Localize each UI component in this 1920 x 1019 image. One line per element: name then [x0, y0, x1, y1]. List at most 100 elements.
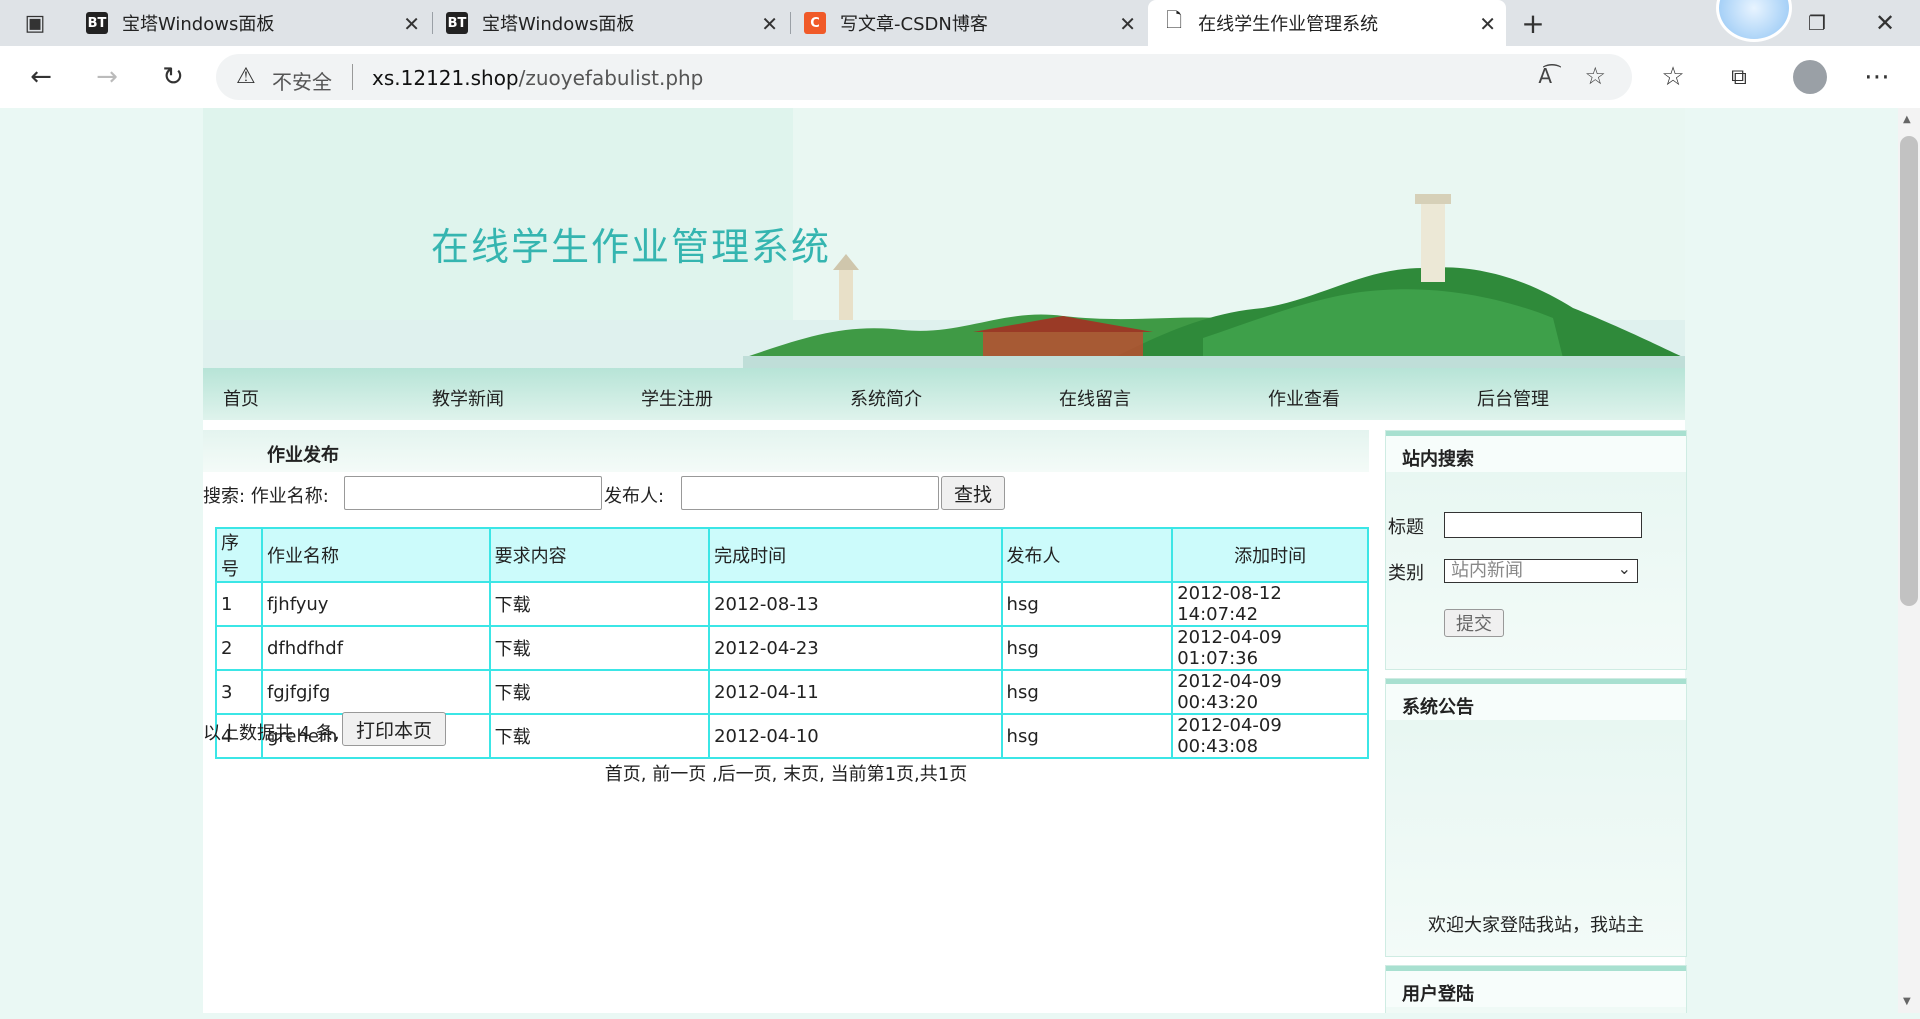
pagination[interactable]: 首页, 前一页 ,后一页, 末页, 当前第1页,共1页 [203, 760, 1369, 786]
site-container: 在线学生作业管理系统 首页 教学新闻 学生注册 系统简介 在线留言 作业查看 后… [203, 108, 1687, 1013]
title-input[interactable] [1444, 512, 1642, 538]
table-row: 3 fgjfgjfg 下载 2012-04-11 hsg 2012-04-09 … [215, 669, 1369, 715]
more-menu-icon[interactable]: ⋯ [1860, 60, 1894, 94]
favorites-icon[interactable]: ☆ [1656, 60, 1690, 94]
publisher-label: 发布人: [604, 486, 665, 507]
download-link[interactable]: 下载 [488, 713, 711, 759]
close-icon[interactable]: ✕ [1119, 12, 1136, 36]
main-menu: 首页 教学新闻 学生注册 系统简介 在线留言 作业查看 后台管理 [203, 368, 1685, 420]
menu-teaching-news[interactable]: 教学新闻 [432, 385, 504, 411]
cell-publisher: hsg [1000, 581, 1174, 627]
back-icon[interactable]: ← [24, 60, 58, 94]
profile-avatar-icon[interactable] [1793, 60, 1827, 94]
login-title: 用户登陆 [1402, 984, 1474, 1005]
url-field[interactable]: ⚠ 不安全 xs.12121.shop/zuoyefabulist.php A͡… [216, 54, 1632, 100]
col-header-requirement: 要求内容 [488, 527, 711, 583]
close-icon[interactable]: ✕ [761, 12, 778, 36]
homework-name-input[interactable] [344, 476, 602, 510]
cell-added: 2012-04-09 00:43:08 [1171, 713, 1369, 759]
address-bar-row: ← → ↻ ⚠ 不安全 xs.12121.shop/zuoyefabulist.… [0, 46, 1920, 109]
forward-icon: → [96, 62, 118, 92]
cell-index: 3 [215, 669, 263, 715]
notice-box: 系统公告 欢迎大家登陆我站，我站主 [1385, 678, 1687, 957]
menu-student-register[interactable]: 学生注册 [641, 385, 713, 411]
record-count-text: 以上数据共 4 条, [203, 723, 340, 744]
title-label: 标题 [1388, 517, 1424, 538]
col-header-index: 序号 [215, 527, 263, 583]
cell-name: fgjfgjfg [260, 669, 491, 715]
col-header-due: 完成时间 [708, 527, 1003, 583]
cell-index: 1 [215, 581, 263, 627]
site-title: 在线学生作业管理系统 [431, 225, 832, 269]
cell-publisher: hsg [1000, 669, 1174, 715]
add-favorite-icon[interactable]: ☆ [1584, 62, 1606, 90]
page-viewport: 在线学生作业管理系统 首页 教学新闻 学生注册 系统简介 在线留言 作业查看 后… [0, 108, 1900, 1013]
menu-system-intro[interactable]: 系统简介 [850, 385, 922, 411]
cell-name: fjhfyuy [260, 581, 491, 627]
cell-added: 2012-08-12 14:07:42 [1171, 581, 1369, 627]
close-window-icon[interactable]: ✕ [1868, 6, 1902, 40]
url-divider [352, 64, 353, 90]
url-text[interactable]: xs.12121.shop/zuoyefabulist.php [372, 66, 703, 90]
url-path: /zuoyefabulist.php [518, 66, 704, 90]
notice-title: 系统公告 [1402, 697, 1474, 718]
category-select-value: 站内新闻 [1451, 560, 1523, 581]
menu-home[interactable]: 首页 [223, 385, 259, 411]
scroll-up-icon[interactable]: ▲ [1903, 114, 1911, 125]
tab-actions-icon[interactable]: ▣ [18, 6, 52, 40]
close-icon[interactable]: ✕ [403, 12, 420, 36]
close-icon[interactable]: ✕ [1479, 12, 1496, 36]
cell-due: 2012-04-11 [708, 669, 1003, 715]
banner-landscape-image [203, 108, 1685, 368]
page-icon: 🗋 [1166, 8, 1183, 32]
tab-active-homework[interactable]: 🗋 在线学生作业管理系统 ✕ [1148, 0, 1506, 46]
login-box: 用户登陆 [1385, 965, 1687, 1013]
tab-baota-2[interactable]: BT 宝塔Windows面板 ✕ [434, 0, 788, 46]
download-link[interactable]: 下载 [488, 581, 711, 627]
cell-added: 2012-04-09 00:43:20 [1171, 669, 1369, 715]
print-page-button[interactable]: 打印本页 [342, 712, 446, 746]
menu-homework-view[interactable]: 作业查看 [1268, 385, 1340, 411]
browser-tab-bar: ▣ BT 宝塔Windows面板 ✕ BT 宝塔Windows面板 ✕ C 写文… [0, 0, 1920, 46]
new-tab-icon[interactable]: + [1516, 6, 1550, 40]
tab-csdn[interactable]: C 写文章-CSDN博客 ✕ [792, 0, 1146, 46]
notice-marquee-text: 欢迎大家登陆我站，我站主 [1428, 915, 1644, 936]
cell-index: 2 [215, 625, 263, 671]
category-select[interactable]: 站内新闻 ⌄ [1444, 559, 1638, 583]
cell-name: dfhdfhdf [260, 625, 491, 671]
csdn-favicon-icon: C [804, 12, 826, 34]
site-search-title: 站内搜索 [1402, 449, 1474, 470]
scroll-down-icon[interactable]: ▼ [1903, 996, 1911, 1007]
collections-icon[interactable]: ⧉ [1722, 60, 1756, 94]
reload-icon[interactable]: ↻ [156, 60, 190, 94]
col-header-name: 作业名称 [260, 527, 491, 583]
restore-window-icon[interactable]: ❐ [1800, 6, 1834, 40]
scrollbar-thumb[interactable] [1900, 136, 1918, 606]
menu-admin[interactable]: 后台管理 [1477, 385, 1549, 411]
site-search-header: 站内搜索 [1386, 431, 1686, 472]
menu-online-message[interactable]: 在线留言 [1059, 385, 1131, 411]
record-summary: 以上数据共 4 条, [203, 719, 340, 745]
tab-label: 宝塔Windows面板 [122, 14, 275, 35]
table-row: 1 fjhfyuy 下载 2012-08-13 hsg 2012-08-12 1… [215, 581, 1369, 627]
cell-publisher: hsg [1000, 713, 1174, 759]
tab-baota-1[interactable]: BT 宝塔Windows面板 ✕ [70, 0, 430, 46]
baota-favicon-icon: BT [86, 12, 108, 34]
baota-favicon-icon: BT [446, 12, 468, 34]
search-button[interactable]: 查找 [941, 476, 1005, 510]
url-host: xs.12121.shop [372, 66, 519, 90]
cell-due: 2012-04-23 [708, 625, 1003, 671]
section-header: 作业发布 [203, 430, 1369, 472]
profile-bubble-icon[interactable] [1716, 0, 1792, 42]
publisher-input[interactable] [681, 476, 939, 510]
submit-button[interactable]: 提交 [1444, 609, 1504, 637]
cell-due: 2012-08-13 [708, 581, 1003, 627]
security-label[interactable]: 不安全 [272, 66, 332, 95]
read-aloud-icon[interactable]: A͡ [1538, 64, 1552, 88]
category-label: 类别 [1388, 563, 1424, 584]
warning-icon[interactable]: ⚠ [236, 64, 256, 89]
cell-due: 2012-04-10 [708, 713, 1003, 759]
download-link[interactable]: 下载 [488, 625, 711, 671]
download-link[interactable]: 下载 [488, 669, 711, 715]
homework-name-label: 搜索: 作业名称: [203, 486, 329, 507]
